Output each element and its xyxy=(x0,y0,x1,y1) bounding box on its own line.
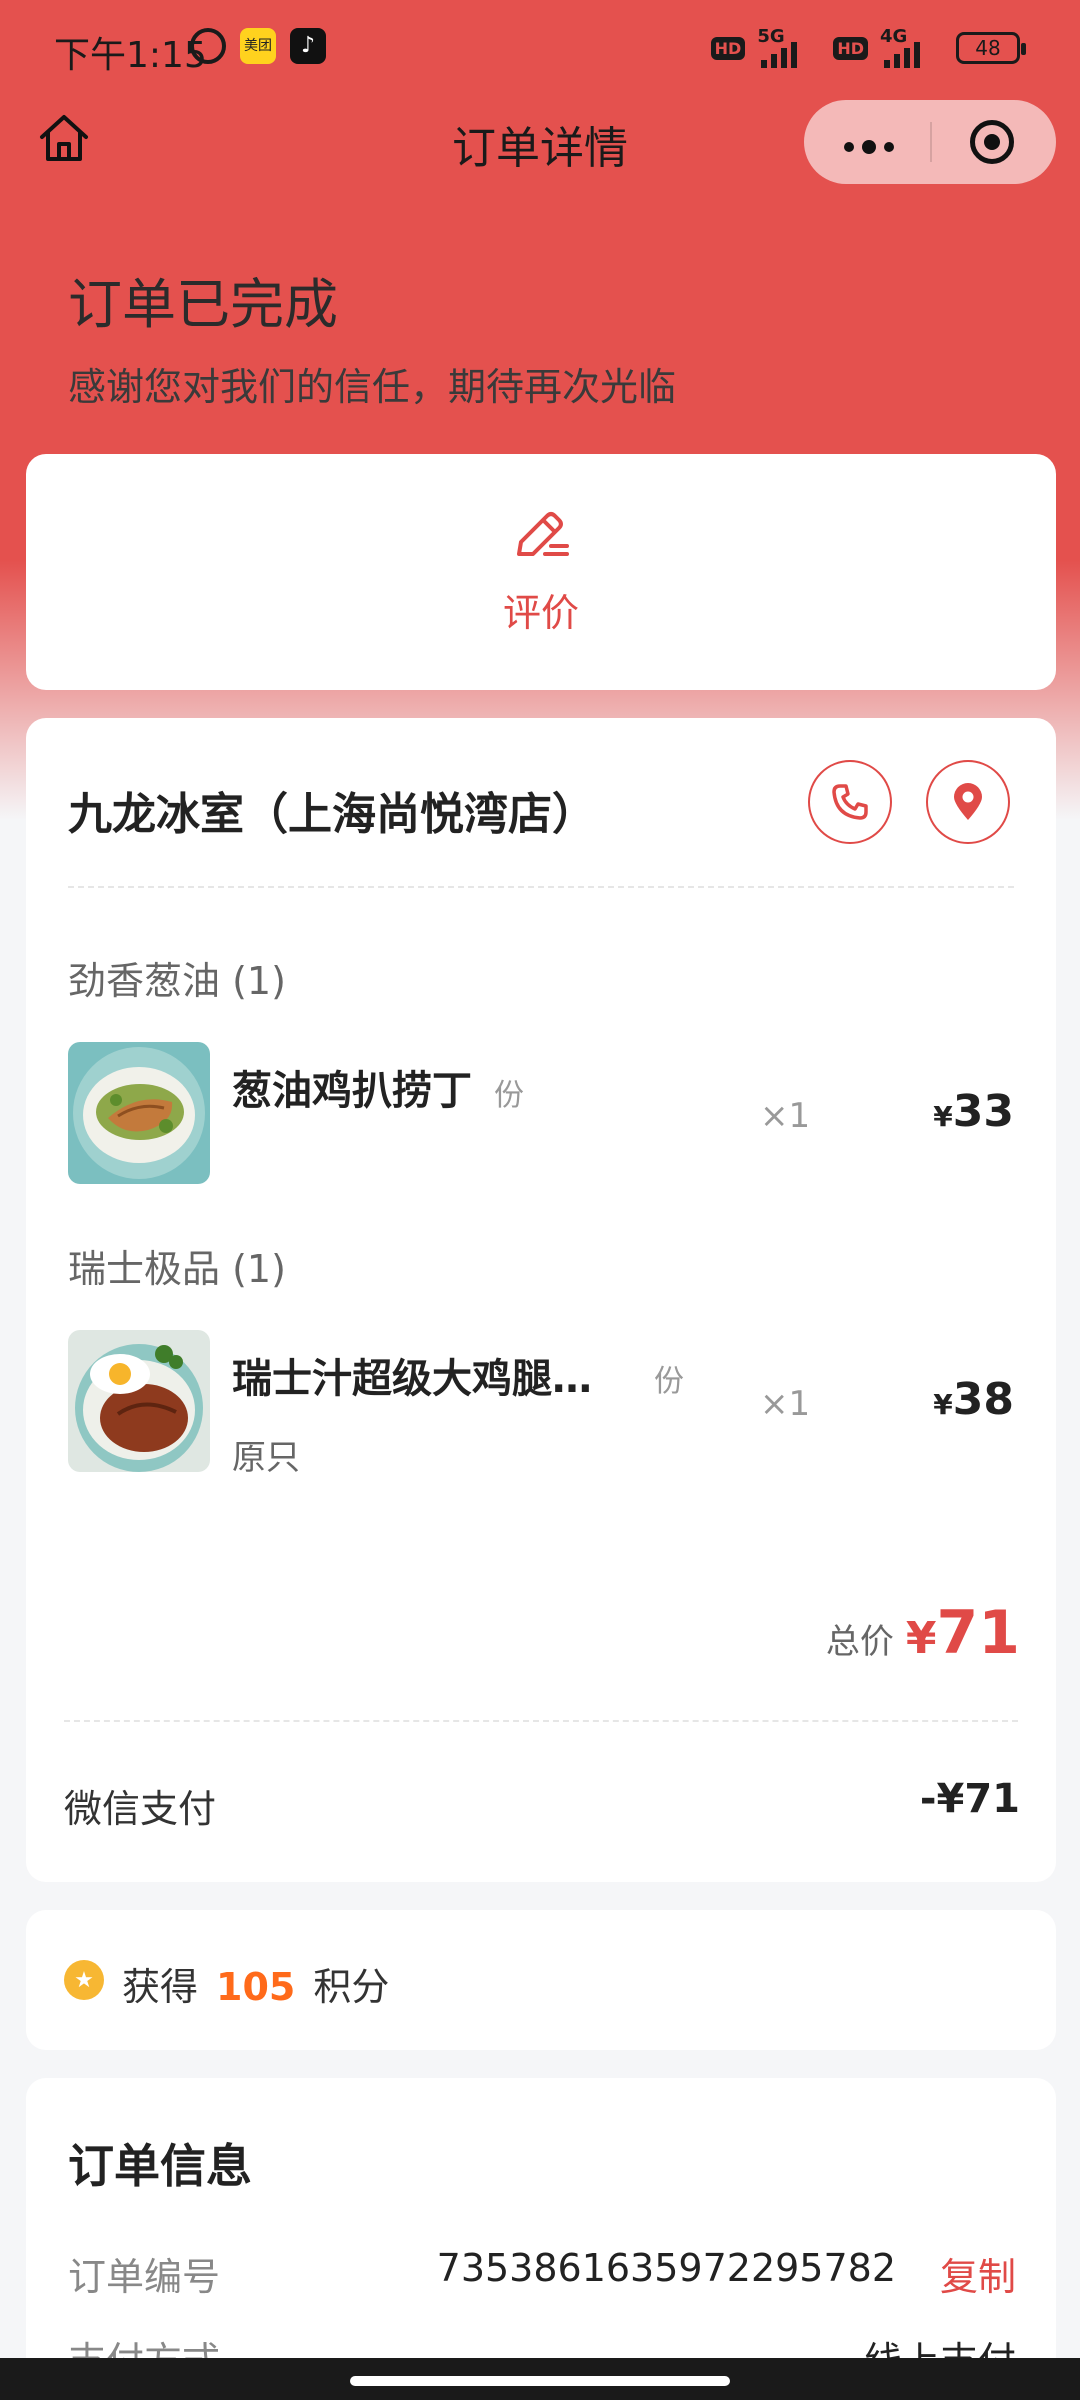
phone-icon xyxy=(832,784,868,820)
battery-icon: 48 xyxy=(956,32,1026,64)
review-button[interactable]: 评价 xyxy=(26,504,1056,637)
shop-location-button[interactable] xyxy=(926,760,1010,844)
shop-name: 九龙冰室（上海尚悦湾店） xyxy=(68,789,596,840)
dish-quantity: ×1 xyxy=(760,1096,811,1136)
dish-photo-swiss-chicken-leg xyxy=(68,1330,210,1472)
points-prefix: 获得 xyxy=(122,1965,199,2009)
order-status-subtitle: 感谢您对我们的信任，期待再次光临 xyxy=(68,365,677,409)
dish-image[interactable] xyxy=(68,1330,210,1472)
hd-icon: HD xyxy=(833,36,868,60)
points-star-icon: ★ xyxy=(64,1960,104,2000)
order-number-value: 7353861635972295782 xyxy=(436,2246,896,2290)
capsule-divider xyxy=(930,122,932,162)
total-price-row: 总价 ¥71 xyxy=(826,1598,1020,1668)
payment-method-label: 微信支付 xyxy=(64,1787,217,1831)
total-amount: ¥71 xyxy=(905,1598,1020,1668)
copy-order-number-button[interactable]: 复制 xyxy=(940,2246,1016,2301)
home-indicator[interactable] xyxy=(350,2376,730,2386)
points-card: ★ 获得 105 积分 xyxy=(26,1910,1056,2050)
hd-icon: HD xyxy=(710,36,746,60)
signal-5g-icon: 5G xyxy=(757,28,821,68)
dish-group-title: 劲香葱油 (1) xyxy=(68,959,286,1003)
dish-quantity: ×1 xyxy=(760,1384,811,1424)
order-info-card: 订单信息 订单编号 7353861635972295782 复制 支付方式 线上… xyxy=(26,2078,1056,2400)
order-card: 九龙冰室（上海尚悦湾店） 劲香葱油 (1) 葱油鸡扒捞丁 份 ×1 ¥33 瑞士… xyxy=(26,718,1056,1882)
more-button[interactable] xyxy=(844,140,894,154)
signal-4g-icon: 4G xyxy=(880,28,944,68)
dish-unit: 份 xyxy=(494,1078,524,1113)
edit-pencil-icon xyxy=(517,512,569,556)
miniprogram-capsule xyxy=(804,100,1056,184)
alarm-icon xyxy=(190,28,226,64)
dish-name: 瑞士汁超级大鸡腿… xyxy=(232,1356,592,1402)
status-bar: 下午1:15 美团 ♪ HD 5G HD 4G 48 xyxy=(0,0,1080,96)
status-time: 下午1:15 xyxy=(54,35,207,76)
payment-amount: -¥71 xyxy=(919,1776,1020,1822)
dish-image[interactable] xyxy=(68,1042,210,1184)
dish-price: ¥33 xyxy=(933,1086,1014,1137)
meituan-app-icon: 美团 xyxy=(240,28,276,64)
review-label: 评价 xyxy=(502,591,579,635)
points-earned: 获得 105 积分 xyxy=(122,1956,389,2011)
dish-photo-scallion-chicken xyxy=(68,1042,210,1184)
dish-spec: 原只 xyxy=(232,1438,300,1478)
status-system-icons: HD 5G HD 4G 48 xyxy=(710,28,1026,68)
dish-unit: 份 xyxy=(654,1364,684,1399)
call-shop-button[interactable] xyxy=(808,760,892,844)
location-pin-icon xyxy=(954,783,982,820)
dish-group-title: 瑞士极品 (1) xyxy=(68,1247,286,1291)
close-miniprogram-button[interactable] xyxy=(970,120,1014,164)
order-info-title: 订单信息 xyxy=(68,2139,252,2193)
tiktok-app-icon: ♪ xyxy=(290,28,326,64)
review-card: 评价 xyxy=(26,454,1056,690)
order-status-title: 订单已完成 xyxy=(68,273,338,336)
dish-name: 葱油鸡扒捞丁 xyxy=(232,1068,472,1114)
more-dots-icon xyxy=(844,142,854,152)
points-value: 105 xyxy=(216,1965,296,2009)
divider xyxy=(64,1720,1018,1722)
total-label: 总价 xyxy=(825,1622,894,1662)
order-number-label: 订单编号 xyxy=(68,2255,221,2299)
divider xyxy=(68,886,1014,888)
dish-price: ¥38 xyxy=(933,1374,1014,1425)
points-suffix: 积分 xyxy=(313,1965,390,2009)
status-notification-icons: 美团 ♪ xyxy=(190,28,326,64)
